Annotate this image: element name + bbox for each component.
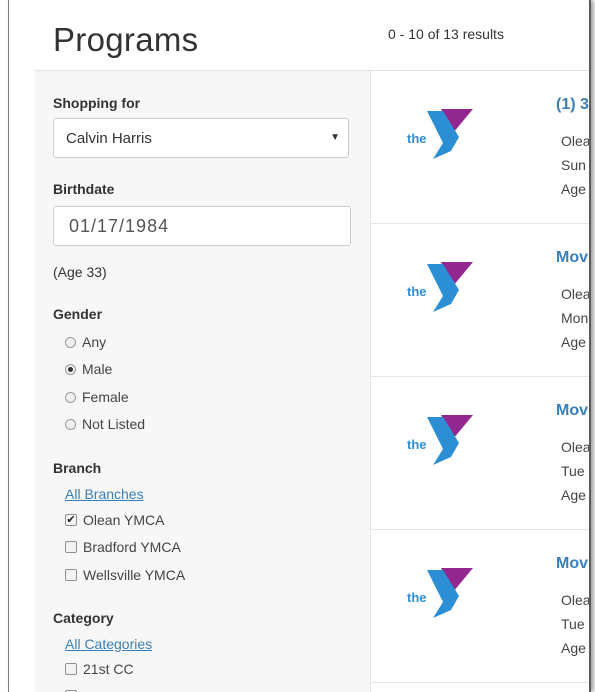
radio-unchecked-icon[interactable] [65,391,76,403]
page-header: Programs 0 - 10 of 13 results [9,0,589,70]
branch-option-olean[interactable]: ✔ Olean YMCA [65,511,164,529]
program-location: Olea [561,439,591,455]
all-categories-link[interactable]: All Categories [65,636,152,652]
chevron-down-icon: ▼ [330,132,340,143]
program-card[interactable]: the Mov Olea Tue Age [371,377,591,530]
gender-option-male[interactable]: Male [65,360,112,378]
logo-text: the [407,284,427,299]
program-age: Age [561,181,586,197]
program-card[interactable]: the (1) 3 Olea Sun Age [371,71,591,224]
radio-unchecked-icon[interactable] [65,418,76,430]
branch-option-wellsville[interactable]: Wellsville YMCA [65,566,185,584]
ymca-logo-icon: the [407,109,473,159]
all-branches-link[interactable]: All Branches [65,486,144,502]
program-title-link[interactable]: Mov [556,402,588,420]
filter-sidebar: Shopping for Calvin Harris ▼ Birthdate (… [35,70,371,692]
shopping-for-value: Calvin Harris [66,130,152,147]
logo-text: the [407,437,427,452]
results-list: the (1) 3 Olea Sun Age the Mov Olea Mon … [371,70,591,692]
gender-option-any[interactable]: Any [65,333,106,351]
radio-unchecked-icon[interactable] [65,336,76,348]
program-card[interactable]: the Mov Olea Mon Age [371,224,591,377]
birthdate-input[interactable] [53,206,351,246]
gender-label: Gender [53,306,103,322]
branch-option-label: Olean YMCA [83,512,165,528]
radio-checked-icon[interactable] [65,363,76,375]
birthdate-label: Birthdate [53,181,115,197]
browser-frame: Programs 0 - 10 of 13 results Shopping f… [8,0,591,692]
program-location: Olea [561,286,591,302]
gender-option-label: Female [82,389,129,405]
gender-option-female[interactable]: Female [65,388,129,406]
program-age: Age [561,640,586,656]
category-option-label: 21st CC [83,661,134,677]
program-title-link[interactable]: (1) 3 [556,96,589,114]
checkbox-unchecked-icon[interactable] [65,663,77,675]
program-location: Olea [561,592,591,608]
branch-option-bradford[interactable]: Bradford YMCA [65,538,181,556]
logo-text: the [407,131,427,146]
program-card[interactable]: the Mov Olea Tue Age [371,530,591,683]
logo-text: the [407,590,427,605]
gender-option-label: Male [82,361,113,377]
category-option-21st-cc[interactable]: 21st CC [65,660,134,678]
branch-label: Branch [53,460,102,476]
category-label: Category [53,610,114,626]
shopping-for-select[interactable]: Calvin Harris ▼ [53,118,349,158]
category-option-partial[interactable] [65,687,83,692]
shopping-for-label: Shopping for [53,95,141,111]
program-title-link[interactable]: Mov [556,249,588,267]
branch-option-label: Bradford YMCA [83,539,181,555]
branch-option-label: Wellsville YMCA [83,567,186,583]
checkbox-unchecked-icon[interactable] [65,569,77,581]
program-age: Age [561,334,586,350]
program-schedule: Tue [561,616,585,632]
page-title: Programs [53,21,199,58]
program-age: Age [561,487,586,503]
program-schedule: Mon [561,310,589,326]
gender-option-label: Any [82,334,107,350]
ymca-logo-icon: the [407,568,473,618]
ymca-logo-icon: the [407,262,473,312]
gender-option-not-listed[interactable]: Not Listed [65,415,145,433]
age-text: (Age 33) [53,264,107,280]
program-title-link[interactable]: Mov [556,555,588,573]
ymca-logo-icon: the [407,415,473,465]
checkbox-checked-icon[interactable]: ✔ [65,514,77,526]
gender-option-label: Not Listed [82,416,146,432]
program-schedule: Sun [561,157,586,173]
checkbox-unchecked-icon[interactable] [65,541,77,553]
program-location: Olea [561,133,591,149]
results-count: 0 - 10 of 13 results [388,26,504,42]
program-schedule: Tue [561,463,585,479]
